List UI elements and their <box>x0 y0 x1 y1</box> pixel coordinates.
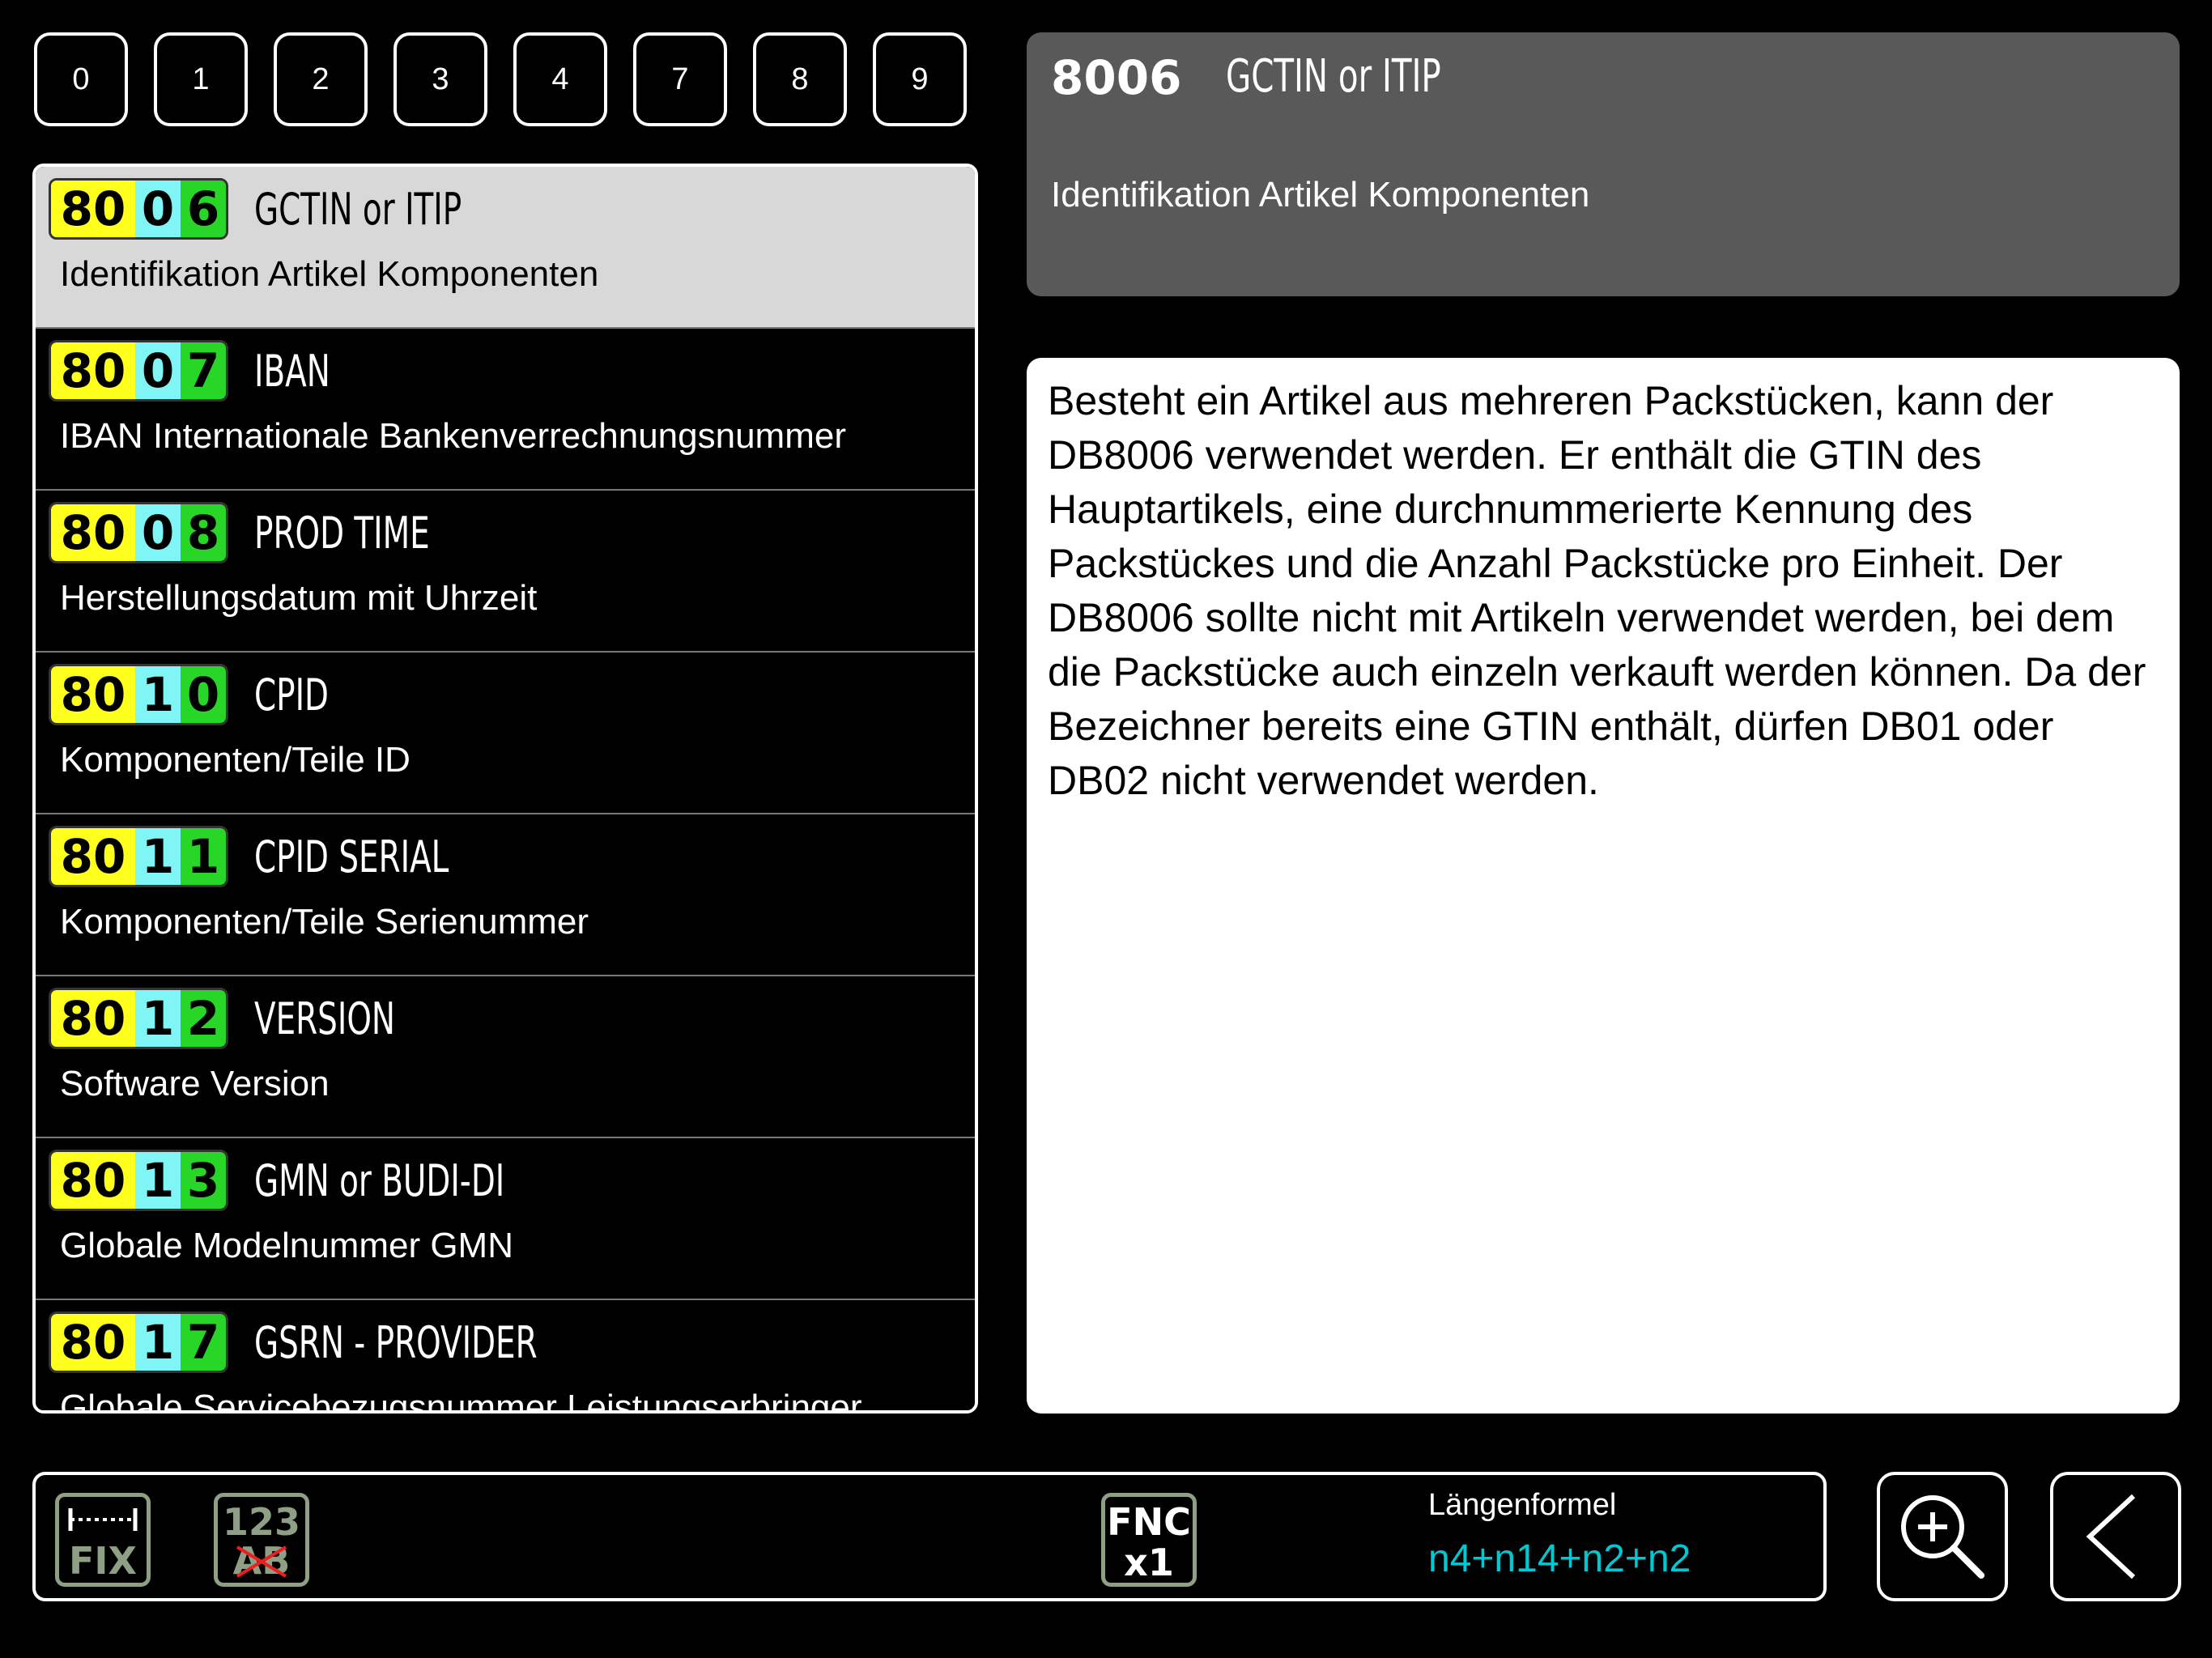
digit-button-4[interactable]: 4 <box>513 32 607 126</box>
code-segment-b: 1 <box>135 990 181 1047</box>
item-description: Globale Servicebezugsnummer Leistungserb… <box>60 1388 862 1414</box>
code-segment-b: 1 <box>135 1152 181 1209</box>
ruler-icon <box>68 1508 138 1531</box>
code-badge: 80 0 6 <box>49 178 228 240</box>
digit-button-0[interactable]: 0 <box>34 32 128 126</box>
code-badge: 80 0 7 <box>49 340 228 402</box>
code-segment-b: 0 <box>135 342 181 399</box>
detail-description: Besteht ein Artikel aus mehreren Packstü… <box>1027 358 2180 1414</box>
item-title: VERSION <box>254 993 396 1044</box>
zoom-in-icon <box>1901 1495 1984 1579</box>
alpha-disabled: AB <box>218 1539 305 1583</box>
list-item-8010[interactable]: 80 1 0 CPID Komponenten/Teile ID <box>36 653 975 814</box>
item-description: Komponenten/Teile ID <box>60 740 410 780</box>
code-segment-a: 80 <box>51 828 135 885</box>
item-title: GSRN - PROVIDER <box>254 1317 538 1368</box>
item-title: GMN or BUDI-DI <box>254 1155 505 1206</box>
item-description: IBAN Internationale Bankenverrechnungsnu… <box>60 416 846 456</box>
item-title: CPID SERIAL <box>254 831 449 882</box>
item-title: GCTIN or ITIP <box>254 184 462 235</box>
back-chevron-icon <box>2086 1494 2136 1579</box>
item-title: CPID <box>254 670 330 721</box>
code-segment-b: 0 <box>135 504 181 561</box>
digit-button-7[interactable]: 7 <box>633 32 727 126</box>
list-item-8012[interactable]: 80 1 2 VERSION Software Version <box>36 976 975 1138</box>
code-segment-c: 8 <box>181 504 226 561</box>
code-segment-c: 7 <box>181 342 226 399</box>
code-segment-a: 80 <box>51 504 135 561</box>
code-segment-c: 7 <box>181 1314 226 1371</box>
fnc-label: FNC <box>1107 1500 1191 1544</box>
item-description: Herstellungsdatum mit Uhrzeit <box>60 578 538 618</box>
code-segment-a: 80 <box>51 181 135 237</box>
identifier-list[interactable]: 80 0 6 GCTIN or ITIP Identifikation Arti… <box>32 164 978 1414</box>
item-description: Globale Modelnummer GMN <box>60 1226 513 1265</box>
detail-name: GCTIN or ITIP <box>1226 50 1441 103</box>
detail-code: 8006 <box>1051 50 1182 105</box>
code-segment-c: 0 <box>181 666 226 723</box>
length-formula-label: Längenformel <box>1428 1488 1617 1522</box>
code-badge: 80 1 7 <box>49 1312 228 1373</box>
item-description: Software Version <box>60 1064 330 1103</box>
item-description: Komponenten/Teile Serienummer <box>60 902 589 942</box>
strike-icon <box>236 1545 287 1578</box>
fix-label: FIX <box>68 1539 137 1583</box>
code-segment-b: 1 <box>135 1314 181 1371</box>
code-segment-c: 1 <box>181 828 226 885</box>
code-segment-a: 80 <box>51 342 135 399</box>
digit-button-1[interactable]: 1 <box>154 32 248 126</box>
back-button[interactable] <box>2050 1472 2181 1601</box>
list-item-8007[interactable]: 80 0 7 IBAN IBAN Internationale Bankenve… <box>36 329 975 491</box>
code-segment-c: 3 <box>181 1152 226 1209</box>
numeric-alpha-button[interactable]: 123 AB <box>214 1493 309 1587</box>
code-segment-b: 1 <box>135 666 181 723</box>
digit-filter-row: 0 1 2 3 4 7 8 9 <box>34 32 972 130</box>
item-title: IBAN <box>254 346 330 397</box>
list-item-8011[interactable]: 80 1 1 CPID SERIAL Komponenten/Teile Ser… <box>36 814 975 976</box>
item-title: PROD TIME <box>254 508 430 559</box>
code-badge: 80 1 2 <box>49 988 228 1049</box>
code-badge: 80 1 1 <box>49 826 228 887</box>
code-segment-a: 80 <box>51 1152 135 1209</box>
fnc-button[interactable]: FNC x1 <box>1101 1493 1197 1587</box>
bottom-toolbar: FIX 123 AB FNC x1 Längenformel n4+n14+n2… <box>32 1472 1827 1601</box>
list-item-8013[interactable]: 80 1 3 GMN or BUDI-DI Globale Modelnumme… <box>36 1138 975 1300</box>
fnc-count: x1 <box>1124 1541 1174 1584</box>
code-badge: 80 0 8 <box>49 502 228 563</box>
list-item-8006[interactable]: 80 0 6 GCTIN or ITIP Identifikation Arti… <box>36 167 975 329</box>
list-item-8017[interactable]: 80 1 7 GSRN - PROVIDER Globale Servicebe… <box>36 1300 975 1414</box>
code-segment-b: 1 <box>135 828 181 885</box>
code-segment-c: 6 <box>181 181 226 237</box>
length-formula-value: n4+n14+n2+n2 <box>1428 1537 1691 1580</box>
fix-length-button[interactable]: FIX <box>55 1493 151 1587</box>
zoom-button[interactable] <box>1877 1472 2008 1601</box>
code-segment-a: 80 <box>51 1314 135 1371</box>
detail-subtitle: Identifikation Artikel Komponenten <box>1051 175 1590 215</box>
digit-button-2[interactable]: 2 <box>274 32 368 126</box>
digit-button-3[interactable]: 3 <box>393 32 487 126</box>
digit-button-8[interactable]: 8 <box>753 32 847 126</box>
digit-button-9[interactable]: 9 <box>873 32 967 126</box>
code-badge: 80 1 3 <box>49 1150 228 1211</box>
numeric-label: 123 <box>222 1500 301 1544</box>
code-segment-c: 2 <box>181 990 226 1047</box>
code-segment-a: 80 <box>51 990 135 1047</box>
code-badge: 80 1 0 <box>49 664 228 725</box>
item-description: Identifikation Artikel Komponenten <box>60 254 599 294</box>
code-segment-a: 80 <box>51 666 135 723</box>
detail-header: 8006 GCTIN or ITIP Identifikation Artike… <box>1027 32 2180 296</box>
list-item-8008[interactable]: 80 0 8 PROD TIME Herstellungsdatum mit U… <box>36 491 975 653</box>
code-segment-b: 0 <box>135 181 181 237</box>
